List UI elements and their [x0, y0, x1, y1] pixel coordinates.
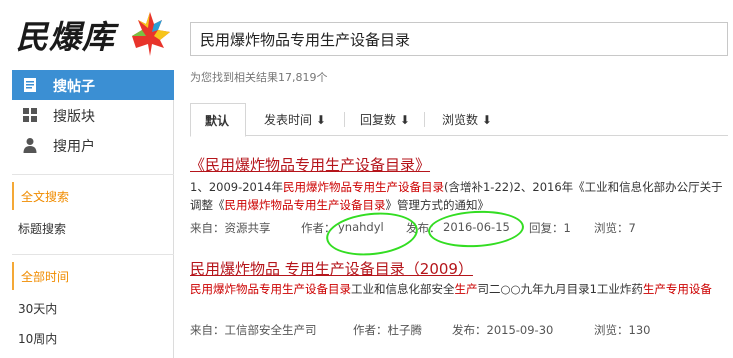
- result-snippet: 1、2009-2014年民用爆炸物品专用生产设备目录(含增补1-22)2、201…: [190, 180, 723, 212]
- logo-text: 民爆库: [16, 18, 116, 56]
- maple-leaf-icon: [132, 12, 170, 56]
- sidebar: 搜帖子 搜版块 搜用户 全文搜索 标题搜索 全部时间 30天内 10周内: [12, 70, 174, 358]
- all-time-header[interactable]: 全部时间: [12, 262, 174, 290]
- title-search-option[interactable]: 标题搜索: [18, 220, 66, 237]
- sidebar-divider: [12, 254, 174, 255]
- result-title-link[interactable]: 民用爆炸物品 专用生产设备目录（2009）: [190, 258, 473, 279]
- result-views: 浏览：7: [594, 221, 636, 235]
- sort-tabs: 默认 发表时间 ⬇ 回复数 ⬇ 浏览数 ⬇: [190, 103, 728, 137]
- tab-divider: [344, 112, 345, 127]
- user-icon: [23, 138, 37, 153]
- document-icon: [24, 78, 36, 92]
- result-replies: 回复：1: [529, 221, 571, 235]
- result-count: 为您找到相关结果17,819个: [190, 71, 328, 84]
- grid-icon: [23, 108, 37, 122]
- site-logo[interactable]: 民爆库: [16, 10, 176, 58]
- result-source[interactable]: 来自：资源共享: [190, 220, 271, 236]
- sidebar-item-boards[interactable]: 搜版块: [12, 100, 174, 130]
- tab-divider: [424, 112, 425, 127]
- tab-default[interactable]: 默认: [190, 103, 246, 137]
- result-title-link[interactable]: 《民用爆炸物品专用生产设备目录》: [190, 154, 430, 175]
- result-source[interactable]: 来自：工信部安全生产司: [190, 322, 317, 338]
- result-views: 浏览：130: [594, 323, 651, 337]
- time-option-30-days[interactable]: 30天内: [18, 300, 57, 317]
- sidebar-item-label: 搜版块: [53, 109, 95, 125]
- sidebar-item-label: 搜帖子: [53, 79, 95, 95]
- result-snippet: 民用爆炸物品专用生产设备目录工业和信息化部安全生产司二○○九年九月目录1工业炸药…: [190, 282, 712, 296]
- tab-post-time[interactable]: 发表时间 ⬇: [252, 103, 340, 136]
- search-input[interactable]: [191, 23, 727, 55]
- result-date: 发布：2015-09-30: [452, 323, 554, 337]
- search-result: 民用爆炸物品 专用生产设备目录（2009） 民用爆炸物品专用生产设备目录工业和信…: [190, 258, 730, 348]
- sidebar-item-posts[interactable]: 搜帖子: [12, 70, 174, 100]
- sidebar-item-users[interactable]: 搜用户: [12, 130, 174, 160]
- result-author[interactable]: 作者：杜子腾: [353, 322, 422, 338]
- tab-views[interactable]: 浏览数 ⬇: [428, 103, 500, 136]
- sidebar-item-label: 搜用户: [53, 139, 95, 155]
- time-option-10-weeks[interactable]: 10周内: [18, 330, 57, 347]
- fulltext-search-header[interactable]: 全文搜索: [12, 182, 174, 210]
- result-meta: 来自：工信部安全生产司 作者：杜子腾 发布：2015-09-30 浏览：130: [190, 322, 730, 340]
- search-box[interactable]: [190, 22, 728, 56]
- tab-replies[interactable]: 回复数 ⬇: [348, 103, 420, 136]
- sidebar-divider: [12, 174, 174, 175]
